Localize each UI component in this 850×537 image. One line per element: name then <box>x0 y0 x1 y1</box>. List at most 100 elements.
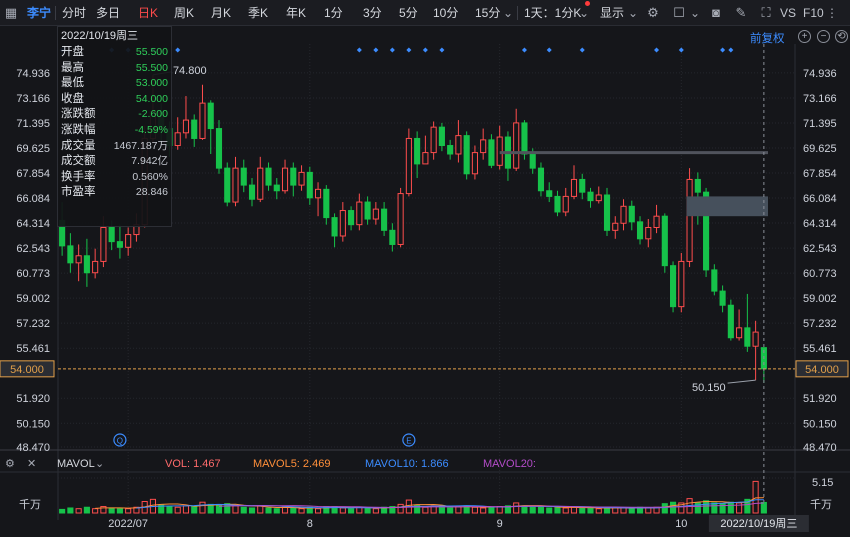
candle-body <box>224 167 231 203</box>
candle-body <box>579 178 586 193</box>
mavol5-value: MAVOL5: 2.469 <box>253 458 331 470</box>
volume-bar <box>562 507 569 514</box>
volume-bar <box>661 503 668 514</box>
volume-bar <box>703 500 710 514</box>
notification-dot <box>585 1 590 6</box>
left-price-tick: 66.084 <box>16 193 50 205</box>
square-layout-icon[interactable]: ☐ <box>670 4 688 22</box>
volume-bar <box>513 502 520 514</box>
settings-gear-icon[interactable]: ⚙ <box>644 4 662 22</box>
right-current-price-text: 54.000 <box>805 364 839 376</box>
candle-body <box>727 304 734 339</box>
more-icon[interactable]: ⋮ <box>826 0 838 26</box>
settings-gear-icon[interactable]: ⚙ <box>5 454 15 474</box>
stock-name[interactable]: 李宁 <box>27 0 51 26</box>
period-tab-intraday[interactable]: 分时 <box>62 0 86 26</box>
fullscreen-icon[interactable]: ⛶ <box>757 4 775 22</box>
reset-icon[interactable]: ⟲ <box>835 30 848 43</box>
candle-body <box>636 221 644 240</box>
chevron-down-icon[interactable]: ⌄ <box>503 0 513 26</box>
month-label: 10 <box>675 518 687 530</box>
camera-icon[interactable]: ◙ <box>707 4 725 22</box>
period-tab-weekly[interactable]: 周K <box>174 0 194 26</box>
left-price-tick: 60.773 <box>16 268 50 280</box>
chevron-down-icon[interactable]: ⌄ <box>628 0 638 26</box>
candle-body <box>521 122 528 155</box>
volume-bar <box>645 507 652 514</box>
candle-body <box>678 260 685 308</box>
volume-bar <box>471 506 478 514</box>
candle-body <box>323 188 330 219</box>
volume-bar <box>265 507 272 514</box>
chevron-down-icon[interactable]: ⌄ <box>95 454 104 474</box>
right-price-tick: 55.461 <box>803 343 837 355</box>
info-value: 55.500 <box>135 46 168 58</box>
period-tab-yearly[interactable]: 年K <box>286 0 306 26</box>
candle-body <box>116 241 123 248</box>
close-icon[interactable]: ✕ <box>27 454 36 474</box>
period-tab-15min[interactable]: 15分 <box>475 0 500 26</box>
candle-body <box>215 128 223 169</box>
right-price-tick: 64.314 <box>803 218 837 230</box>
candle-body <box>92 260 99 274</box>
volume-indicator-select[interactable]: MAVOL <box>57 454 95 474</box>
candle-body <box>75 255 82 264</box>
chevron-down-icon[interactable]: ⌄ <box>690 0 700 26</box>
volume-bar <box>438 506 445 514</box>
display-menu[interactable]: 显示 <box>600 0 624 26</box>
volume-bar <box>595 508 602 514</box>
adjust-mode-label[interactable]: 前复权 <box>750 30 785 46</box>
volume-bar <box>496 506 503 514</box>
candle-body <box>529 153 536 169</box>
info-label: 收盘 <box>61 92 84 105</box>
volume-bar <box>116 508 123 514</box>
f10-button[interactable]: F10 <box>803 0 824 26</box>
info-value: 54.000 <box>135 92 168 105</box>
period-tab-10min[interactable]: 10分 <box>433 0 458 26</box>
zoom-in-icon[interactable]: + <box>798 30 811 43</box>
zoom-out-icon[interactable]: − <box>817 30 830 43</box>
candle-body <box>554 195 561 213</box>
vol-value: VOL: 1.467 <box>165 458 221 470</box>
period-tab-daily[interactable]: 日K <box>138 0 158 26</box>
volume-bar <box>628 508 635 514</box>
right-price-tick: 59.002 <box>803 293 837 305</box>
pencil-icon[interactable]: ✎ <box>732 4 750 22</box>
period-tab-quarterly[interactable]: 季K <box>248 0 268 26</box>
candle-body <box>570 178 578 197</box>
candle-body <box>455 135 462 155</box>
candle-body <box>191 119 198 139</box>
left-price-tick: 69.625 <box>16 143 50 155</box>
candle-body <box>381 208 388 231</box>
volume-bar <box>736 502 743 514</box>
period-tab-5min[interactable]: 5分 <box>399 0 418 26</box>
period-tab-1min[interactable]: 1分 <box>324 0 343 26</box>
candle-body <box>306 171 313 199</box>
period-tab-monthly[interactable]: 月K <box>211 0 231 26</box>
vs-button[interactable]: VS <box>780 0 796 26</box>
candle-body <box>603 194 611 231</box>
volume-bar <box>281 506 289 514</box>
period-tab-multiday[interactable]: 多日 <box>96 0 120 26</box>
volume-bar <box>248 507 256 514</box>
adjust-select[interactable]: 1天：1分K <box>524 0 581 26</box>
volume-bar <box>75 508 82 514</box>
info-row-high: 最高 55.500 <box>61 61 168 77</box>
left-current-price-text: 54.000 <box>10 364 44 376</box>
candle-body <box>537 167 545 192</box>
volume-bar <box>191 506 198 514</box>
candle-body <box>67 245 74 264</box>
grid-menu-icon[interactable]: ▦ <box>2 4 20 22</box>
left-price-tick: 62.543 <box>16 243 50 255</box>
info-label: 最高 <box>61 61 84 74</box>
candle-body <box>265 167 272 186</box>
volume-bar <box>554 506 561 514</box>
candle-body <box>430 126 437 154</box>
right-price-tick: 67.854 <box>803 168 837 180</box>
info-label: 成交额 <box>61 155 96 168</box>
info-row-turnover-rate: 换手率 0.560% <box>61 170 168 186</box>
period-tab-3min[interactable]: 3分 <box>363 0 382 26</box>
volume-bar <box>59 508 66 514</box>
month-label: 2022/07 <box>108 518 148 530</box>
month-label: 8 <box>307 518 313 530</box>
